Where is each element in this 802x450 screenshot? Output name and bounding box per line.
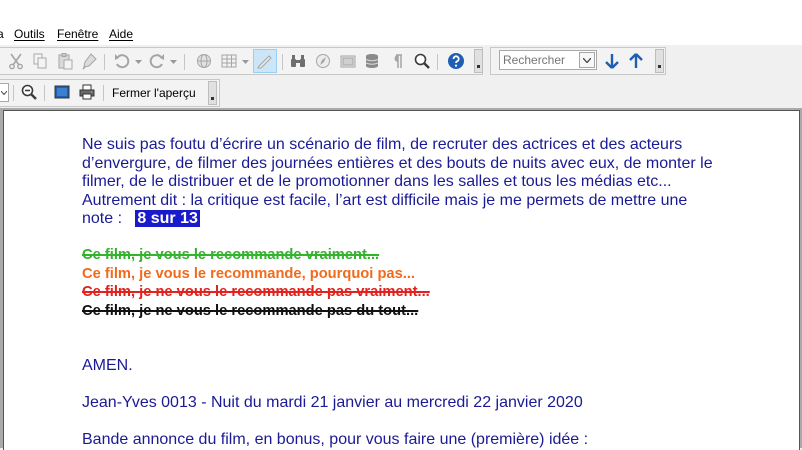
verdict-recommend-strongly: Ce film, je vous le recommande vraiment.…	[82, 247, 380, 263]
menu-item-aide[interactable]: Aide	[109, 27, 133, 41]
navigator-icon[interactable]	[313, 51, 333, 71]
toolbar-grip[interactable]	[474, 49, 483, 73]
draw-icon[interactable]	[255, 51, 275, 71]
note-line: note : 8 sur 13	[82, 210, 200, 228]
toolbar-grip[interactable]	[208, 81, 217, 105]
verdict-not-at-all: Ce film, je ne vous le recommande pas du…	[82, 303, 419, 319]
verdict-not-really: Ce film, je ne vous le recommande pas vr…	[82, 284, 430, 300]
standard-toolbar	[0, 46, 802, 77]
table-icon[interactable]	[219, 51, 239, 71]
table-dropdown-icon[interactable]	[242, 57, 249, 67]
find-replace-icon[interactable]	[288, 51, 308, 71]
database-icon[interactable]	[362, 51, 382, 71]
trailer-line: Bande annonce du film, en bonus, pour vo…	[82, 431, 589, 448]
search-combobox[interactable]	[499, 50, 597, 70]
hyperlink-icon[interactable]	[194, 51, 214, 71]
gallery-icon[interactable]	[338, 51, 358, 71]
zoom-combobox-partial[interactable]	[0, 83, 9, 102]
find-toolbar-grip[interactable]	[655, 49, 664, 73]
print-icon[interactable]	[77, 82, 97, 102]
undo-dropdown-icon[interactable]	[135, 57, 142, 67]
toolbar-separator	[13, 85, 14, 101]
toolbar-separator	[104, 54, 105, 70]
copy-icon[interactable]	[30, 51, 50, 71]
paragraph-line: Ne suis pas foutu d’écrire un scénario d…	[82, 136, 683, 153]
chevron-down-icon	[1, 91, 7, 95]
amen-line: AMEN.	[82, 357, 133, 374]
chevron-down-icon	[583, 57, 591, 63]
paste-icon[interactable]	[55, 51, 75, 71]
menu-item-outils[interactable]: Outils	[14, 27, 45, 41]
toolbar-separator	[437, 54, 438, 70]
menu-item-partial[interactable]: a	[0, 27, 4, 41]
paragraph-line: d’envergure, de filmer des journées enti…	[82, 154, 713, 172]
menu-bar: a Outils Fenêtre Aide	[0, 0, 802, 46]
cut-icon[interactable]	[6, 51, 26, 71]
fullscreen-icon[interactable]	[52, 82, 72, 102]
clone-format-icon[interactable]	[80, 51, 100, 71]
paragraph-line: Autrement dit : la critique est facile, …	[82, 191, 688, 209]
find-next-icon[interactable]	[602, 51, 622, 71]
signature-line: Jean-Yves 0013 - Nuit du mardi 21 janvie…	[82, 394, 583, 411]
verdict-recommend-maybe: Ce film, je vous le recommande, pourquoi…	[82, 266, 415, 282]
menu-item-fenetre[interactable]: Fenêtre	[57, 27, 98, 41]
paragraph-line: filmer, de le distribuer et de le promot…	[82, 173, 672, 190]
toolbar-separator	[103, 85, 104, 101]
search-input[interactable]	[500, 51, 578, 69]
find-previous-icon[interactable]	[626, 51, 646, 71]
undo-icon[interactable]	[112, 51, 132, 71]
zoom-icon[interactable]	[412, 51, 432, 71]
toolbar-separator	[44, 85, 45, 101]
note-value: 8 sur 13	[135, 210, 200, 227]
formatting-marks-icon[interactable]	[387, 51, 407, 71]
toolbar-separator	[282, 54, 283, 70]
print-preview-toolbar: Fermer l'aperçu	[0, 78, 802, 108]
help-icon[interactable]	[446, 51, 466, 71]
document-preview-area: Ne suis pas foutu d’écrire un scénario d…	[0, 108, 802, 450]
redo-dropdown-icon[interactable]	[170, 57, 177, 67]
search-dropdown-button[interactable]	[579, 52, 595, 68]
toolbar-separator	[184, 54, 185, 70]
close-preview-button[interactable]: Fermer l'aperçu	[112, 86, 196, 100]
document-page[interactable]: Ne suis pas foutu d’écrire un scénario d…	[3, 110, 800, 450]
zoom-out-icon[interactable]	[19, 82, 39, 102]
note-label: note :	[82, 210, 123, 227]
redo-icon[interactable]	[147, 51, 167, 71]
